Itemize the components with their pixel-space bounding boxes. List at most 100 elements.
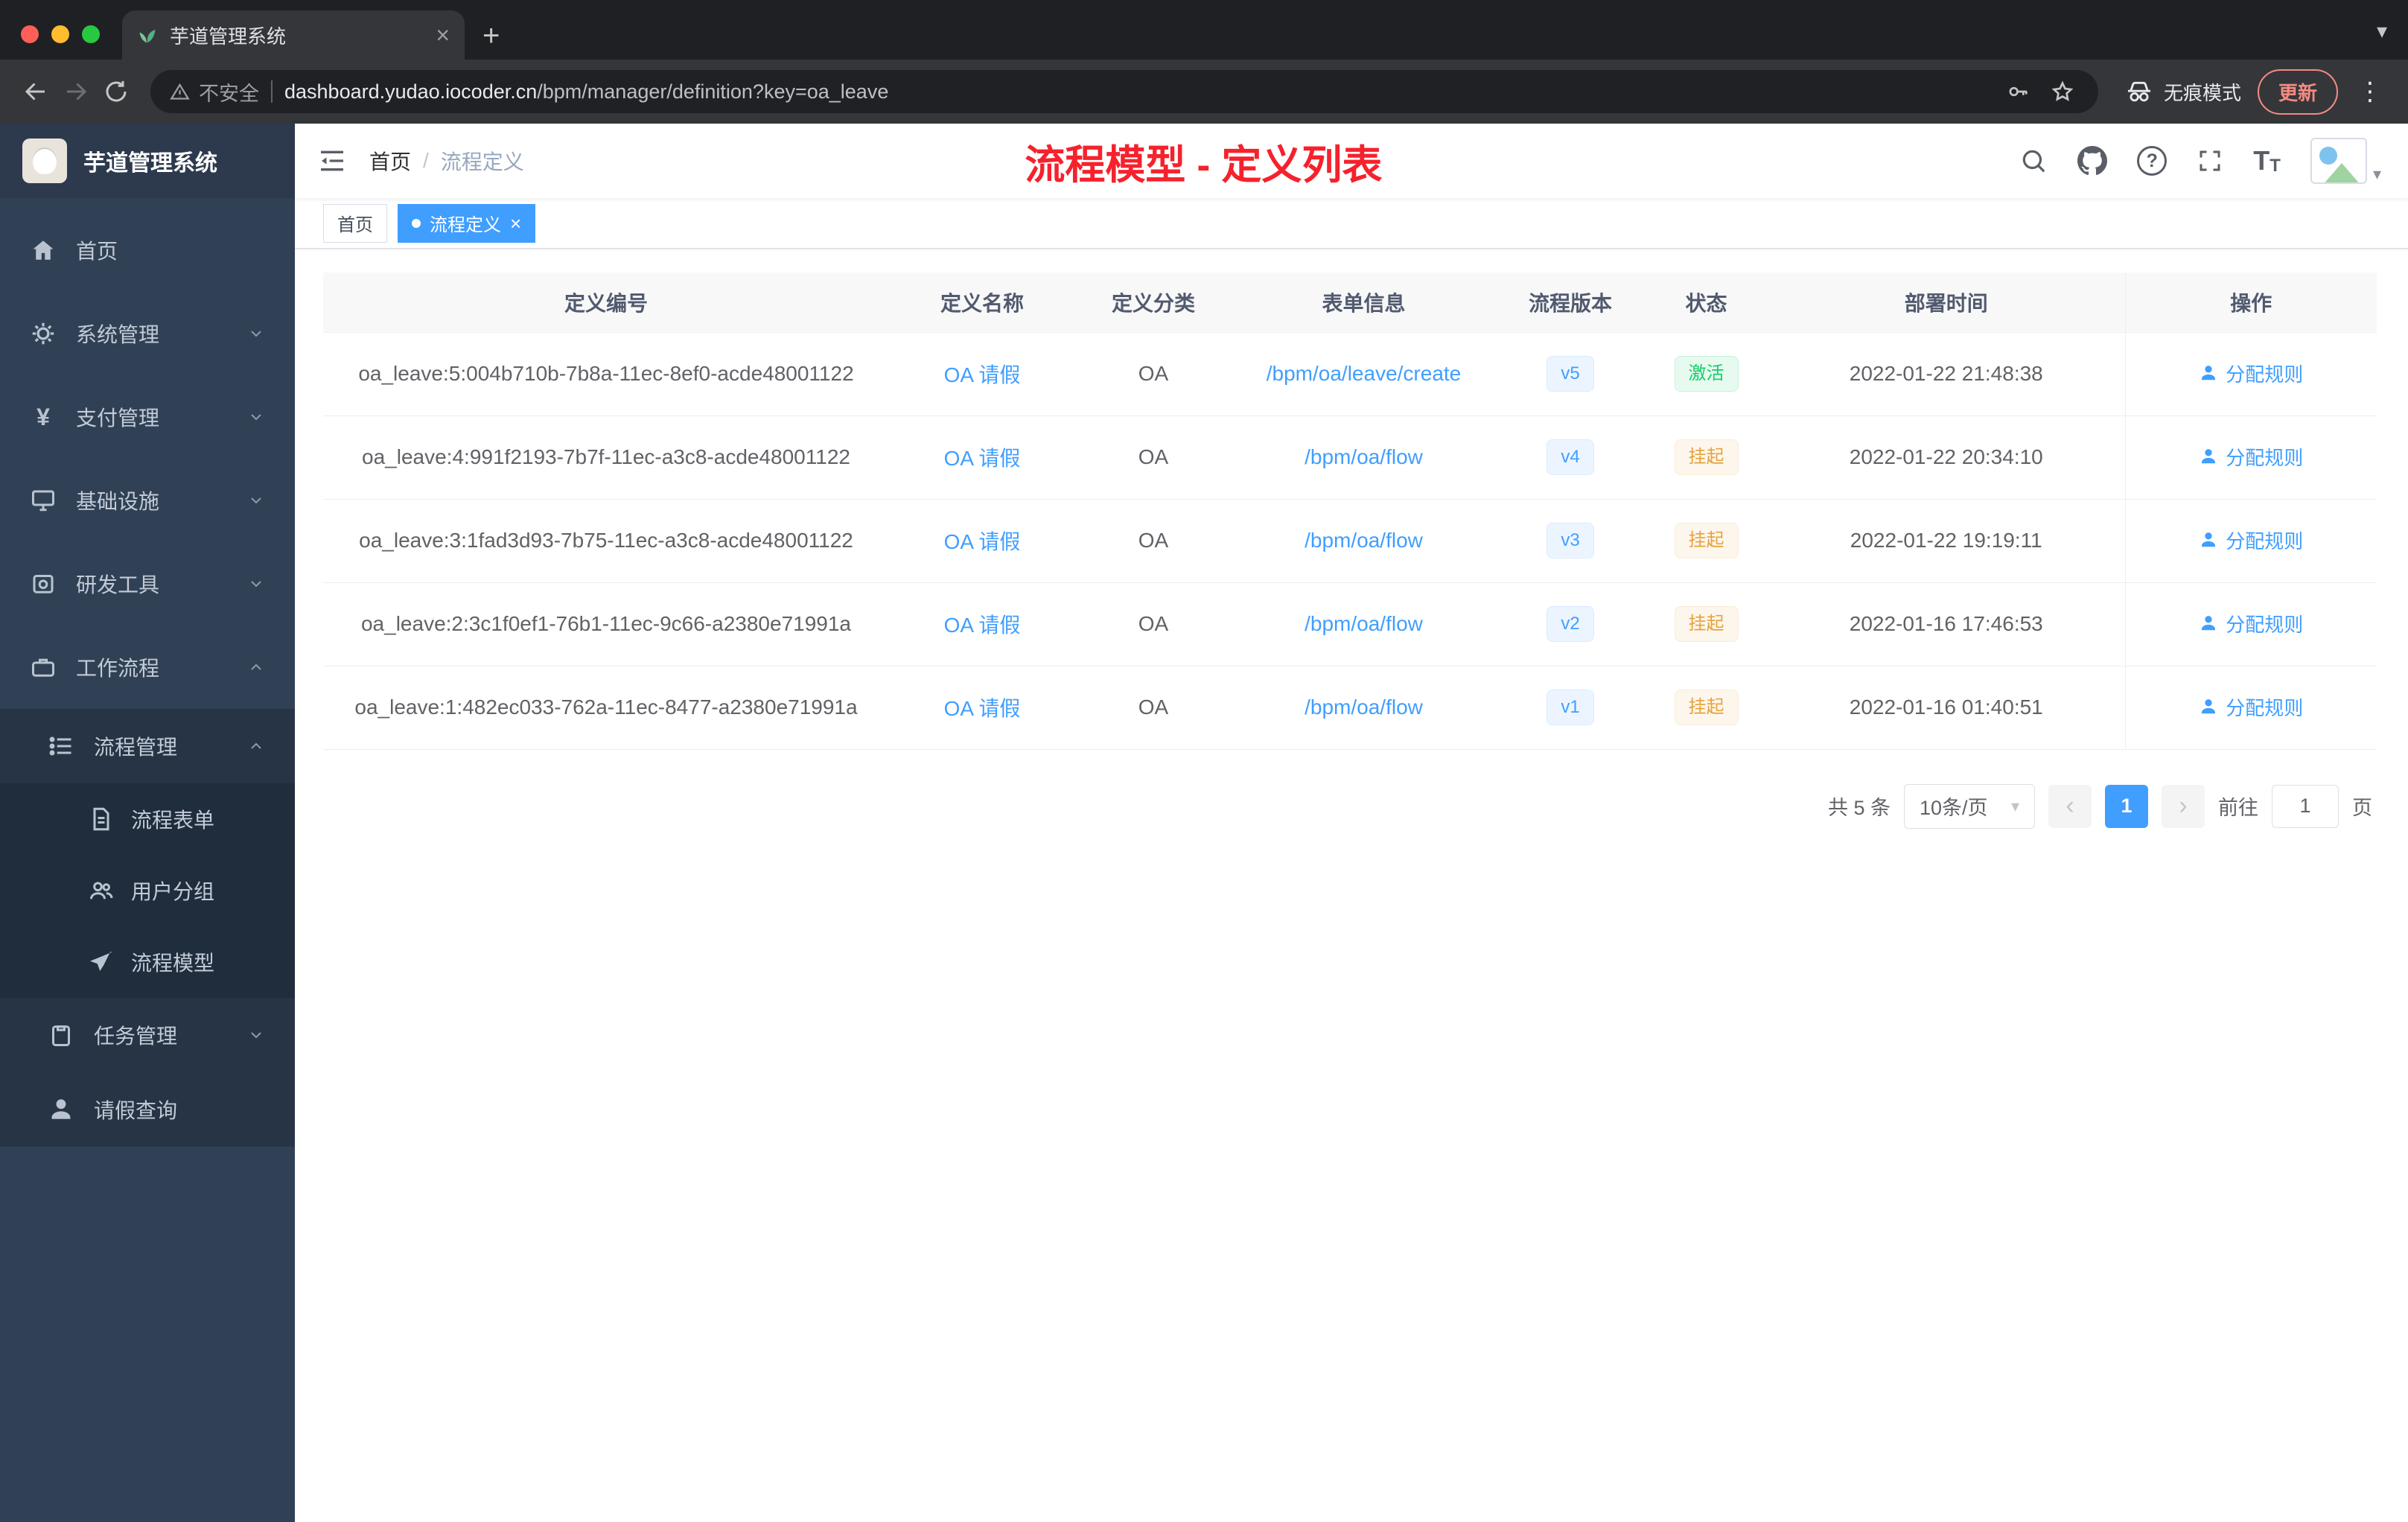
fullscreen-icon[interactable] (2197, 147, 2223, 174)
url-bar[interactable]: 不安全 dashboard.yudao.iocoder.cn/bpm/manag… (150, 70, 2098, 113)
col-form-info: 表单信息 (1232, 273, 1496, 333)
toolbox-icon (33, 575, 54, 593)
forward-icon[interactable] (60, 75, 92, 108)
tab-search-chevron-icon[interactable]: ▾ (2377, 19, 2387, 43)
prev-page-button[interactable]: ‹ (2048, 784, 2092, 828)
assign-rule-link[interactable]: 分配规则 (2199, 693, 2303, 721)
assign-rule-link[interactable]: 分配规则 (2199, 443, 2303, 471)
tag-home[interactable]: 首页 (323, 203, 387, 243)
breadcrumb-home[interactable]: 首页 (369, 146, 411, 176)
sidebar-fold-icon[interactable] (295, 146, 369, 176)
sidebar-item-devtools[interactable]: 研发工具 (0, 542, 295, 625)
form-link[interactable]: /bpm/oa/flow (1305, 612, 1423, 635)
browser-menu-icon[interactable]: ⋮ (2357, 77, 2383, 106)
warning-icon (170, 83, 190, 100)
chevron-down-icon: ▾ (2010, 796, 2019, 815)
page-size-select[interactable]: 10条/页 ▾ (1904, 783, 2035, 829)
browser-address-bar: 不安全 dashboard.yudao.iocoder.cn/bpm/manag… (0, 60, 2408, 124)
form-link[interactable]: /bpm/oa/flow (1305, 445, 1423, 468)
breadcrumb-current: 流程定义 (440, 150, 524, 173)
col-definition-id: 定义编号 (323, 273, 889, 333)
incognito-label: 无痕模式 (2163, 81, 2241, 104)
browser-update-button[interactable]: 更新 (2257, 69, 2338, 115)
user-icon (2202, 449, 2216, 464)
sidebar-item-workflow[interactable]: 工作流程 (0, 625, 295, 709)
window-zoom-button[interactable] (82, 25, 100, 43)
back-icon[interactable] (19, 75, 52, 108)
definition-category: OA (1075, 666, 1232, 750)
status-badge: 挂起 (1674, 523, 1739, 558)
url-path: /bpm/manager/definition?key=oa_leave (537, 80, 889, 103)
deploy-time: 2022-01-16 17:46:53 (1768, 582, 2125, 666)
page-size-value: 10条/页 (1920, 797, 1988, 819)
action-label: 分配规则 (2226, 613, 2304, 636)
assign-rule-link[interactable]: 分配规则 (2199, 610, 2303, 637)
definition-category: OA (1075, 332, 1232, 416)
definition-name-link[interactable]: OA 请假 (944, 447, 1021, 470)
sidebar: 芋道管理系统 首页 系统管理 ¥ 支付管理 基础设施 研发工具 工作流程 流程管… (0, 124, 295, 1522)
reload-icon[interactable] (100, 75, 133, 108)
sidebar-item-process-management[interactable]: 流程管理 (0, 709, 295, 783)
help-icon[interactable]: ? (2137, 146, 2167, 176)
assign-rule-link[interactable]: 分配规则 (2199, 360, 2303, 387)
definition-name-link[interactable]: OA 请假 (944, 614, 1021, 637)
chevron-up-icon (251, 742, 261, 749)
sidebar-item-home[interactable]: 首页 (0, 208, 295, 292)
sidebar-item-infrastructure[interactable]: 基础设施 (0, 459, 295, 542)
definition-name-link[interactable]: OA 请假 (944, 363, 1021, 386)
caret-down-icon: ▾ (2372, 165, 2381, 183)
chevron-up-icon (251, 663, 261, 670)
table-row: oa_leave:4:991f2193-7b7f-11ec-a3c8-acde4… (323, 415, 2377, 500)
definition-id: oa_leave:1:482ec033-762a-11ec-8477-a2380… (323, 666, 889, 750)
window-close-button[interactable] (21, 25, 39, 43)
tag-close-icon[interactable]: × (510, 214, 521, 233)
goto-page-input[interactable] (2272, 784, 2339, 828)
next-page-button[interactable]: › (2162, 784, 2205, 828)
search-icon[interactable] (2019, 147, 2048, 175)
tab-close-icon[interactable]: × (436, 23, 450, 47)
sidebar-item-payment[interactable]: ¥ 支付管理 (0, 375, 295, 459)
menu-label: 流程表单 (131, 809, 215, 832)
table-row: oa_leave:1:482ec033-762a-11ec-8477-a2380… (323, 666, 2377, 750)
version-badge: v3 (1547, 523, 1594, 558)
tab-favicon (139, 30, 156, 43)
monitor-icon (32, 490, 54, 512)
sidebar-item-process-form[interactable]: 流程表单 (0, 783, 295, 855)
sidebar-item-leave-query[interactable]: 请假查询 (0, 1072, 295, 1147)
definition-name-link[interactable]: OA 请假 (944, 697, 1021, 720)
menu-label: 任务管理 (94, 1025, 178, 1048)
new-tab-button[interactable]: + (482, 21, 500, 51)
document-icon (93, 807, 109, 831)
sidebar-item-user-group[interactable]: 用户分组 (0, 855, 295, 926)
github-icon[interactable] (2077, 146, 2108, 176)
browser-tab[interactable]: 芋道管理系统 × (122, 10, 465, 60)
definition-id: oa_leave:2:3c1f0ef1-76b1-11ec-9c66-a2380… (323, 582, 889, 666)
menu-label: 支付管理 (76, 407, 160, 430)
form-link[interactable]: /bpm/oa/flow (1305, 529, 1423, 552)
url-text: dashboard.yudao.iocoder.cn/bpm/manager/d… (284, 80, 888, 104)
assign-rule-link[interactable]: 分配规则 (2199, 526, 2303, 554)
font-size-icon[interactable]: T T (2253, 145, 2281, 176)
clipboard-icon (52, 1025, 70, 1046)
sidebar-item-task-management[interactable]: 任务管理 (0, 998, 295, 1072)
definition-name-link[interactable]: OA 请假 (944, 530, 1021, 553)
password-key-icon[interactable] (2001, 75, 2034, 108)
table-header-row: 定义编号 定义名称 定义分类 表单信息 流程版本 状态 部署时间 操作 (323, 273, 2377, 333)
user-icon (2202, 366, 2216, 380)
current-page[interactable]: 1 (2105, 784, 2148, 828)
table-row: oa_leave:2:3c1f0ef1-76b1-11ec-9c66-a2380… (323, 582, 2377, 666)
bookmark-star-icon[interactable] (2046, 75, 2079, 108)
table-row: oa_leave:3:1fad3d93-7b75-11ec-a3c8-acde4… (323, 499, 2377, 583)
form-link[interactable]: /bpm/oa/flow (1305, 695, 1423, 719)
user-menu[interactable]: ▾ (2310, 138, 2381, 184)
user-icon (2202, 532, 2216, 547)
sidebar-item-system[interactable]: 系统管理 (0, 292, 295, 375)
tag-process-definition[interactable]: 流程定义 × (398, 203, 536, 243)
user-avatar[interactable] (2310, 138, 2367, 184)
form-link[interactable]: /bpm/oa/leave/create (1267, 362, 1462, 385)
user-icon (2202, 616, 2216, 631)
page-title: 流程模型 - 定义列表 (1025, 142, 1383, 188)
window-minimize-button[interactable] (51, 25, 69, 43)
security-chip[interactable]: 不安全 (170, 77, 259, 106)
sidebar-item-process-model[interactable]: 流程模型 (0, 926, 295, 998)
